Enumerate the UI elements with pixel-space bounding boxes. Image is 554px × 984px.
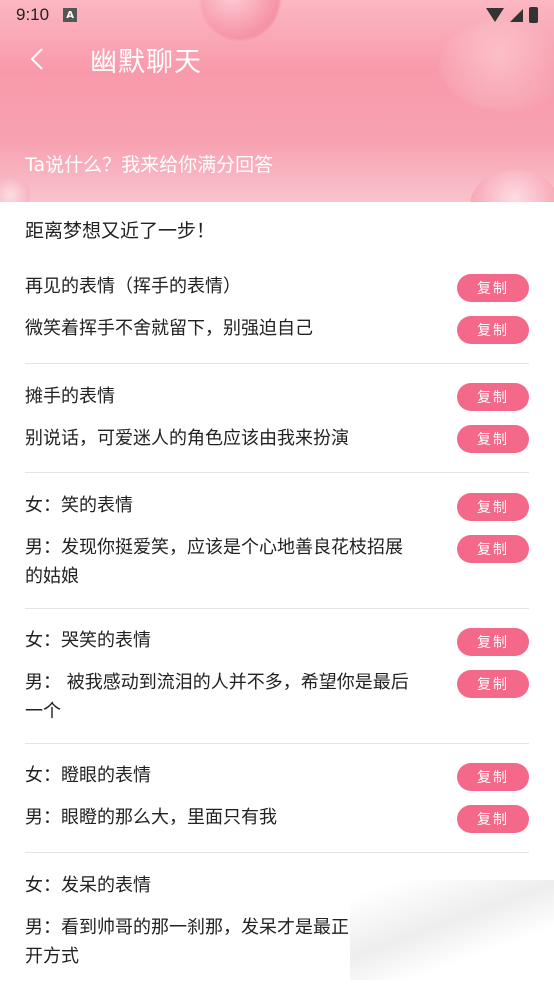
reply-text: 男：发现你挺爱笑，应该是个心地善良花枝招展 <box>25 537 403 558</box>
prompt-text: 女：哭笑的表情 <box>25 630 151 651</box>
reply-text: 男： 被我感动到流泪的人并不多，希望你是最后 <box>25 672 409 693</box>
prompt-text: 女：发呆的表情 <box>25 875 151 896</box>
battery-icon <box>529 7 538 23</box>
status-bar: 9:10 A <box>0 0 554 30</box>
copy-button[interactable]: 复制 <box>457 383 529 411</box>
reply-text-continued: 的姑娘 <box>25 566 79 587</box>
notification-a-icon: A <box>63 8 78 22</box>
status-icons <box>486 7 538 23</box>
intro-text: 距离梦想又近了一步！ <box>25 220 216 242</box>
content-list: 距离梦想又近了一步！ 再见的表情（挥手的表情） 复制 微笑着挥手不舍就留下，别强… <box>0 202 554 984</box>
copy-button[interactable]: 复制 <box>457 316 529 344</box>
wifi-icon <box>486 8 504 22</box>
prompt-text: 女：笑的表情 <box>25 495 133 516</box>
copy-button[interactable]: 复制 <box>457 425 529 453</box>
reply-text: 微笑着挥手不舍就留下，别强迫自己 <box>25 318 313 339</box>
back-button[interactable] <box>22 42 52 76</box>
header-banner: 9:10 A 幽默聊天 Ta说什么？我来给你满分回答 <box>0 0 554 202</box>
divider <box>25 852 529 853</box>
overlay-fade <box>350 880 554 980</box>
copy-button[interactable]: 复制 <box>457 628 529 656</box>
signal-icon <box>510 8 523 22</box>
reply-text: 别说话，可爱迷人的角色应该由我来扮演 <box>25 428 349 449</box>
copy-button[interactable]: 复制 <box>457 493 529 521</box>
reply-text: 男：眼瞪的那么大，里面只有我 <box>25 807 277 828</box>
reply-text: 男：看到帅哥的那一刹那，发呆才是最正 <box>25 917 349 938</box>
page-title: 幽默聊天 <box>90 47 202 78</box>
heart-decoration <box>0 175 30 202</box>
divider <box>25 363 529 364</box>
heart-decoration <box>440 20 554 110</box>
copy-button[interactable]: 复制 <box>457 535 529 563</box>
copy-button[interactable]: 复制 <box>457 670 529 698</box>
heart-decoration <box>470 170 554 202</box>
divider <box>25 472 529 473</box>
copy-button[interactable]: 复制 <box>457 274 529 302</box>
reply-text-continued: 开方式 <box>25 946 79 967</box>
divider <box>25 608 529 609</box>
prompt-text: 女：瞪眼的表情 <box>25 765 151 786</box>
copy-button[interactable]: 复制 <box>457 763 529 791</box>
prompt-text: 再见的表情（挥手的表情） <box>25 276 241 297</box>
copy-button[interactable]: 复制 <box>457 805 529 833</box>
chevron-left-icon <box>30 48 43 70</box>
status-time: 9:10 <box>16 5 50 24</box>
page-subtitle: Ta说什么？我来给你满分回答 <box>25 154 274 176</box>
divider <box>25 743 529 744</box>
reply-text-continued: 一个 <box>25 701 61 722</box>
prompt-text: 摊手的表情 <box>25 386 115 407</box>
